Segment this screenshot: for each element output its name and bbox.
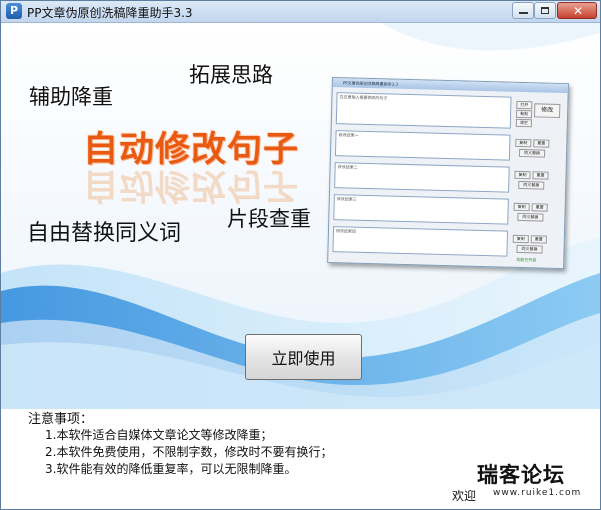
close-button[interactable]: ✕ xyxy=(557,2,597,19)
note-item-1: 1.本软件适合自媒体文章论文等修改降重； xyxy=(45,428,273,442)
maximize-button[interactable] xyxy=(534,2,556,19)
close-icon: ✕ xyxy=(573,4,584,18)
feature-synonym-text: 自由替换同义词 xyxy=(27,221,182,246)
preview-reset-button-1: 重置 xyxy=(533,139,550,148)
app-window: P PP文章伪原创洗稿降重助手3.3 ✕ 辅助降重 拓展思路 自动修改句子 自动… xyxy=(0,0,601,510)
welcome-text: 欢迎 xyxy=(452,489,477,503)
watermark-logo: 瑞客论坛 xyxy=(477,463,565,487)
feature-assist-text: 辅助降重 xyxy=(29,85,113,109)
preview-open-button: 打开 xyxy=(516,100,533,110)
preview-copy-button-2: 复制 xyxy=(514,170,531,180)
preview-paste-button: 粘贴 xyxy=(515,109,533,119)
preview-result-1: 修改结果一 xyxy=(334,130,511,161)
watermark-url: www.ruike1.com xyxy=(493,488,582,498)
preview-result-4: 修改结果四 xyxy=(332,226,509,257)
use-now-button[interactable]: 立即使用 xyxy=(245,334,362,380)
preview-result-2: 修改结果二 xyxy=(334,162,510,193)
preview-input-box: 在这里输入需要修改的句子 xyxy=(335,92,512,129)
minimize-button[interactable] xyxy=(512,2,534,19)
preview-reset-button-4: 重置 xyxy=(530,235,547,244)
preview-copy-button-4: 复制 xyxy=(512,234,529,244)
preview-clear-button: 清空 xyxy=(515,118,532,128)
notes-title: 注意事项： xyxy=(28,412,94,427)
app-logo-icon: P xyxy=(6,3,22,19)
note-item-2: 2.本软件免费使用，不限制字数，修改时不要有换行； xyxy=(45,445,333,459)
preview-reset-button-2: 重置 xyxy=(532,171,549,180)
title-bar[interactable]: P PP文章伪原创洗稿降重助手3.3 ✕ xyxy=(1,1,600,23)
preview-synonym-button-1: 同义替换 xyxy=(518,148,546,158)
feature-segment-text: 片段查重 xyxy=(227,207,311,231)
preview-reset-button-3: 重置 xyxy=(531,203,548,212)
preview-modify-button: 修改 xyxy=(534,103,561,118)
window-title: PP文章伪原创洗稿降重助手3.3 xyxy=(27,6,193,20)
preview-result-3: 修改结果三 xyxy=(333,194,509,225)
preview-copy-button-3: 复制 xyxy=(513,202,530,212)
note-item-3: 3.软件能有效的降低重复率，可以无限制降重。 xyxy=(45,462,297,476)
preview-status-text: 功能已开启 xyxy=(516,256,537,263)
minimize-icon xyxy=(519,12,528,14)
hero-banner: 辅助降重 拓展思路 自动修改句子 自动修改句子 自由替换同义词 片段查重 PP文… xyxy=(1,23,600,409)
preview-synonym-button-2: 同义替换 xyxy=(518,180,545,190)
preview-synonym-button-4: 同义替换 xyxy=(516,244,543,254)
preview-copy-button-1: 复制 xyxy=(515,138,532,148)
feature-ideas-text: 拓展思路 xyxy=(189,63,273,87)
app-preview-image: PP文章伪原创洗稿降重助手3.3 在这里输入需要修改的句子 修改结果一 修改结果… xyxy=(327,77,569,270)
preview-synonym-button-3: 同义替换 xyxy=(517,212,544,222)
maximize-icon xyxy=(541,7,549,14)
